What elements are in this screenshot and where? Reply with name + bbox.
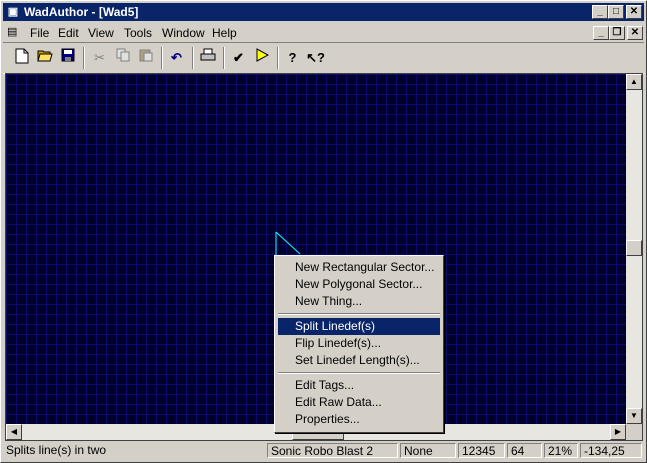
menu-bar: ▤ File Edit View Tools Window Help _ ❐ ✕ [3, 23, 644, 41]
scroll-corner [626, 424, 642, 440]
ctx-separator [278, 313, 440, 315]
scroll-left-button[interactable]: ◀ [6, 424, 22, 440]
window-title: WadAuthor - [Wad5] [24, 5, 139, 19]
ctx-new-thing[interactable]: New Thing... [278, 293, 440, 310]
save-icon[interactable] [57, 48, 78, 68]
vertical-scrollbar[interactable]: ▲ ▼ [626, 74, 642, 424]
ctx-split-linedef[interactable]: Split Linedef(s) [278, 318, 440, 335]
menu-tools[interactable]: Tools [124, 26, 152, 40]
copy-icon[interactable] [112, 48, 133, 68]
run-icon[interactable] [251, 48, 272, 68]
status-mode: None [400, 443, 456, 458]
context-menu: New Rectangular Sector... New Polygonal … [274, 255, 444, 433]
status-zoom: 21% [544, 443, 578, 458]
toolbar-separator [277, 47, 279, 69]
menu-view[interactable]: View [88, 26, 114, 40]
maximize-button[interactable]: □ [608, 5, 624, 19]
menu-edit[interactable]: Edit [58, 26, 79, 40]
ctx-properties[interactable]: Properties... [278, 411, 440, 428]
ctx-new-rectangular-sector[interactable]: New Rectangular Sector... [278, 259, 440, 276]
cut-icon[interactable]: ✂ [89, 48, 110, 68]
print-icon[interactable] [197, 48, 218, 68]
ctx-flip-linedef[interactable]: Flip Linedef(s)... [278, 335, 440, 352]
context-help-icon[interactable]: ↖? [305, 48, 326, 68]
help-icon[interactable]: ? [282, 48, 303, 68]
ctx-edit-raw-data[interactable]: Edit Raw Data... [278, 394, 440, 411]
mdi-minimize-button[interactable]: _ [593, 26, 609, 40]
toolbar: ✂ ↶ ✔ ? ↖? [3, 42, 644, 74]
close-button[interactable]: ✕ [626, 5, 642, 19]
scroll-thumb[interactable] [626, 240, 642, 256]
status-bar: Splits line(s) in two Sonic Robo Blast 2… [3, 442, 644, 460]
toolbar-separator [161, 47, 163, 69]
menu-help[interactable]: Help [212, 26, 237, 40]
ctx-set-linedef-length[interactable]: Set Linedef Length(s)... [278, 352, 440, 369]
ctx-new-polygonal-sector[interactable]: New Polygonal Sector... [278, 276, 440, 293]
undo-icon[interactable]: ↶ [166, 48, 187, 68]
scroll-right-button[interactable]: ▶ [610, 424, 626, 440]
linedef [275, 231, 301, 255]
status-grid: 64 [507, 443, 542, 458]
menu-file[interactable]: File [30, 26, 49, 40]
menu-window[interactable]: Window [162, 26, 205, 40]
mdi-restore-button[interactable]: ❐ [609, 26, 625, 40]
status-message: Splits line(s) in two [6, 443, 107, 457]
toolbar-separator [192, 47, 194, 69]
new-icon[interactable] [11, 48, 32, 68]
status-count: 12345 [458, 443, 505, 458]
minimize-button[interactable]: _ [592, 5, 608, 19]
scroll-down-button[interactable]: ▼ [626, 408, 642, 424]
check-icon[interactable]: ✔ [228, 48, 249, 68]
mdi-close-button[interactable]: ✕ [627, 26, 643, 40]
app-icon[interactable]: ▣ [6, 5, 20, 19]
paste-icon[interactable] [135, 48, 156, 68]
ctx-edit-tags[interactable]: Edit Tags... [278, 377, 440, 394]
status-coords: -134,25 [580, 443, 642, 458]
document-icon[interactable]: ▤ [7, 25, 21, 39]
title-bar: ▣ WadAuthor - [Wad5] _ □ ✕ [3, 3, 644, 21]
open-icon[interactable] [34, 48, 55, 68]
scroll-up-button[interactable]: ▲ [626, 74, 642, 90]
ctx-separator [278, 372, 440, 374]
toolbar-separator [223, 47, 225, 69]
app-window: ▣ WadAuthor - [Wad5] _ □ ✕ ▤ File Edit V… [0, 0, 647, 463]
toolbar-separator [83, 47, 85, 69]
status-game: Sonic Robo Blast 2 [267, 443, 398, 458]
